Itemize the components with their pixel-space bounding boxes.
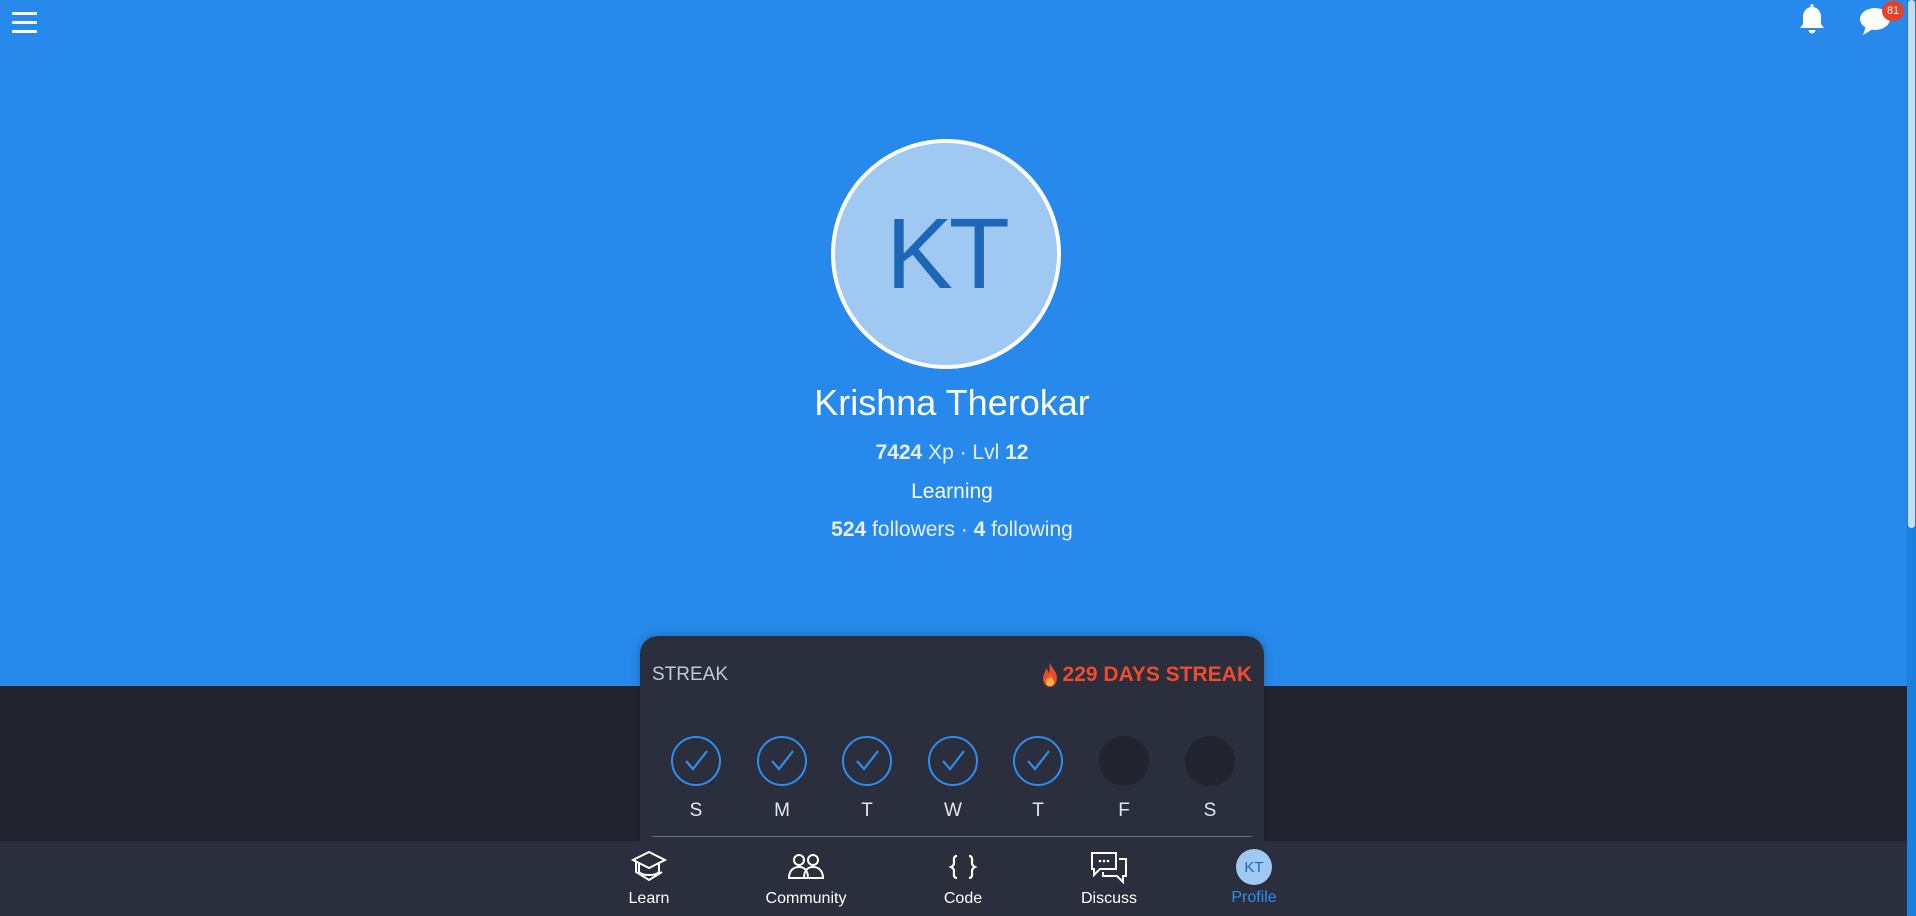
streak-day: M	[754, 736, 810, 822]
bell-icon	[1800, 4, 1824, 34]
nav-label-profile: Profile	[1231, 889, 1277, 906]
streak-day: S	[1182, 736, 1238, 822]
nav-item-community[interactable]: Community	[756, 849, 856, 908]
flame-icon	[1042, 663, 1057, 687]
menu-button[interactable]	[10, 8, 40, 38]
hamburger-menu-icon-bar	[12, 21, 37, 24]
bottom-navigation: Learn Community Code Discuss KT Profile	[0, 841, 1907, 916]
day-letter: T	[1032, 800, 1044, 821]
day-letter: F	[1118, 800, 1130, 821]
day-letter: T	[861, 800, 873, 821]
hamburger-menu-icon	[12, 12, 37, 15]
xp-level-separator: Xp · Lvl	[922, 441, 1006, 464]
nav-label-code: Code	[943, 890, 983, 907]
checkmark-icon	[856, 750, 879, 771]
day-incomplete-indicator	[1099, 736, 1149, 786]
followers-count[interactable]: 524	[831, 518, 866, 541]
followers-label[interactable]: followers ·	[866, 518, 973, 541]
scrollbar[interactable]	[1907, 0, 1916, 916]
xp-value: 7424	[875, 441, 923, 464]
hamburger-menu-icon-bar	[12, 30, 37, 33]
nav-item-code[interactable]: Code	[913, 849, 1013, 908]
messages-button[interactable]: 81	[1858, 1, 1904, 38]
day-letter: S	[1203, 800, 1217, 821]
day-letter: W	[944, 800, 962, 821]
day-letter: S	[689, 800, 703, 821]
follow-stats: 524 followers · 4 following	[0, 518, 1904, 542]
streak-day: W	[925, 736, 981, 822]
streak-day: S	[668, 736, 724, 822]
streak-day: T	[839, 736, 895, 822]
profile-avatar[interactable]: KT	[831, 139, 1061, 369]
checkmark-icon	[771, 750, 794, 771]
checkmark-icon	[685, 750, 708, 771]
day-letter: M	[774, 800, 790, 821]
checkmark-icon	[1027, 750, 1050, 771]
day-complete-indicator	[757, 736, 807, 786]
day-complete-indicator	[928, 736, 978, 786]
streak-day: F	[1096, 736, 1152, 822]
discussion-icon	[1091, 852, 1127, 885]
nav-item-profile[interactable]: KT Profile	[1204, 849, 1304, 907]
scrollbar-thumb[interactable]	[1908, 0, 1915, 528]
following-label[interactable]: following	[985, 518, 1073, 541]
nav-label-discuss: Discuss	[1080, 890, 1137, 907]
level-value: 12	[1005, 441, 1029, 464]
streak-count-text: 229 DAYS STREAK	[1062, 663, 1252, 686]
streak-count: 229 DAYS STREAK	[1040, 662, 1252, 688]
profile-status: Learning	[911, 480, 993, 503]
streak-day: T	[1010, 736, 1066, 822]
day-complete-indicator	[671, 736, 721, 786]
following-count[interactable]: 4	[974, 518, 986, 541]
notifications-button[interactable]	[1794, 2, 1830, 38]
day-complete-indicator	[842, 736, 892, 786]
profile-avatar-small: KT	[1236, 849, 1272, 885]
nav-label-learn: Learn	[628, 890, 670, 907]
card-divider	[652, 836, 1252, 837]
day-incomplete-indicator	[1185, 736, 1235, 786]
nav-item-discuss[interactable]: Discuss	[1059, 849, 1159, 908]
checkmark-icon	[942, 750, 965, 771]
streak-title: STREAK	[652, 664, 729, 685]
graduation-cap-icon	[630, 850, 668, 882]
profile-name: Krishna Therokar	[814, 382, 1090, 423]
day-complete-indicator	[1013, 736, 1063, 786]
xp-level-line: 7424 Xp · Lvl 12	[0, 441, 1904, 465]
nav-item-learn[interactable]: Learn	[599, 849, 699, 908]
nav-label-community: Community	[765, 890, 847, 907]
code-braces-icon	[948, 854, 978, 880]
messages-badge: 81	[1882, 1, 1904, 21]
people-icon	[787, 854, 825, 879]
